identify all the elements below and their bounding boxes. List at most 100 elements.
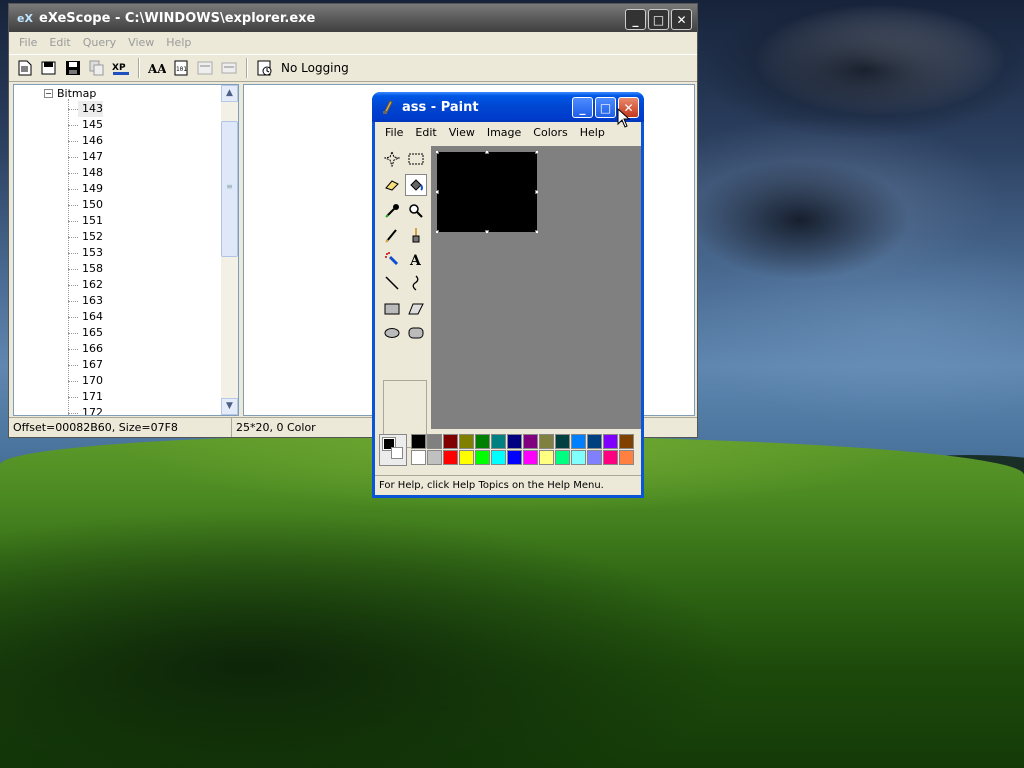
color-swatch[interactable]	[443, 450, 458, 465]
resource-tree[interactable]: − Bitmap 143 145 146 147 148 149 150 151 152 153 1…	[13, 84, 239, 416]
color-swatch[interactable]	[603, 450, 618, 465]
menu-edit[interactable]: Edit	[409, 126, 442, 139]
canvas-area[interactable]	[431, 146, 641, 429]
polygon-tool-icon[interactable]	[405, 298, 427, 320]
color-swatch[interactable]	[619, 434, 634, 449]
pencil-icon[interactable]	[381, 224, 403, 246]
tree-item[interactable]: 150	[68, 197, 103, 213]
color-swatch[interactable]	[587, 450, 602, 465]
scroll-thumb[interactable]: ≡	[221, 121, 238, 257]
hex-view-icon[interactable]: 101	[171, 58, 191, 78]
minimize-button[interactable]: _	[625, 9, 646, 30]
drawing-canvas[interactable]	[437, 152, 537, 232]
menu-file[interactable]: File	[13, 36, 43, 49]
tree-item[interactable]: 172	[68, 405, 103, 415]
tree-item[interactable]: 149	[68, 181, 103, 197]
paint-window[interactable]: ass - Paint _ □ ✕ File Edit View Image C…	[372, 92, 644, 498]
color-swatch[interactable]	[555, 450, 570, 465]
rounded-rect-tool-icon[interactable]	[405, 322, 427, 344]
tree-item[interactable]: 143	[68, 101, 103, 117]
tree-item[interactable]: 163	[68, 293, 103, 309]
color-swatch[interactable]	[571, 450, 586, 465]
tree-item[interactable]: 147	[68, 149, 103, 165]
resize-handle-corner[interactable]	[535, 230, 539, 234]
color-swatch[interactable]	[555, 434, 570, 449]
tree-item[interactable]: 162	[68, 277, 103, 293]
scroll-up-arrow-icon[interactable]: ▲	[221, 85, 238, 102]
current-colors[interactable]	[379, 434, 407, 466]
minimize-button[interactable]: _	[572, 97, 593, 118]
tree-item[interactable]: 145	[68, 117, 103, 133]
color-swatch[interactable]	[491, 450, 506, 465]
paint-titlebar[interactable]: ass - Paint _ □ ✕	[372, 92, 644, 122]
color-swatch[interactable]	[619, 450, 634, 465]
tree-scrollbar[interactable]: ▲ ≡ ▼	[221, 85, 238, 415]
tree-item[interactable]: 167	[68, 357, 103, 373]
color-swatch[interactable]	[507, 434, 522, 449]
tree-item[interactable]: 164	[68, 309, 103, 325]
resize-handle-right[interactable]	[535, 190, 539, 194]
airbrush-icon[interactable]	[381, 248, 403, 270]
scroll-down-arrow-icon[interactable]: ▼	[221, 398, 238, 415]
color-swatch[interactable]	[523, 450, 538, 465]
color-swatch[interactable]	[523, 434, 538, 449]
menu-image[interactable]: Image	[481, 126, 527, 139]
exescope-titlebar[interactable]: eX eXeScope - C:\WINDOWS\explorer.exe _ …	[9, 4, 697, 32]
color-swatch[interactable]	[507, 450, 522, 465]
font-aa-icon[interactable]: AA	[147, 58, 167, 78]
color-picker-icon[interactable]	[381, 200, 403, 222]
tree-node-bitmap[interactable]: − Bitmap	[44, 87, 96, 100]
rectangle-tool-icon[interactable]	[381, 298, 403, 320]
fill-bucket-icon[interactable]	[405, 174, 427, 196]
tree-item[interactable]: 158	[68, 261, 103, 277]
color-swatch[interactable]	[475, 450, 490, 465]
menu-edit[interactable]: Edit	[43, 36, 76, 49]
tree-item[interactable]: 165	[68, 325, 103, 341]
menu-query[interactable]: Query	[77, 36, 122, 49]
color-swatch[interactable]	[427, 434, 442, 449]
eraser-icon[interactable]	[381, 174, 403, 196]
color-swatch[interactable]	[539, 434, 554, 449]
ellipse-tool-icon[interactable]	[381, 322, 403, 344]
tree-item[interactable]: 171	[68, 389, 103, 405]
tree-item[interactable]: 153	[68, 245, 103, 261]
color-swatch[interactable]	[491, 434, 506, 449]
tree-item[interactable]: 166	[68, 341, 103, 357]
logging-label[interactable]: No Logging	[281, 61, 349, 75]
color-swatch[interactable]	[411, 434, 426, 449]
menu-file[interactable]: File	[379, 126, 409, 139]
color-swatch[interactable]	[539, 450, 554, 465]
text-tool-icon[interactable]: A	[405, 248, 427, 270]
resize-handle-bottom[interactable]	[485, 230, 489, 234]
collapse-icon[interactable]: −	[44, 89, 53, 98]
tree-item[interactable]: 148	[68, 165, 103, 181]
color-swatch[interactable]	[459, 434, 474, 449]
logging-icon[interactable]	[255, 58, 275, 78]
menu-help[interactable]: Help	[160, 36, 197, 49]
tree-item[interactable]: 146	[68, 133, 103, 149]
color-swatch[interactable]	[603, 434, 618, 449]
color-swatch[interactable]	[571, 434, 586, 449]
tree-item[interactable]: 152	[68, 229, 103, 245]
menu-view[interactable]: View	[122, 36, 160, 49]
color-swatch[interactable]	[475, 434, 490, 449]
xp-style-icon[interactable]: XP	[111, 58, 131, 78]
color-swatch[interactable]	[587, 434, 602, 449]
line-tool-icon[interactable]	[381, 272, 403, 294]
maximize-button[interactable]: □	[595, 97, 616, 118]
menu-view[interactable]: View	[443, 126, 481, 139]
tree-item[interactable]: 151	[68, 213, 103, 229]
color-swatch[interactable]	[443, 434, 458, 449]
save-icon[interactable]	[63, 58, 83, 78]
open-file-icon[interactable]	[39, 58, 59, 78]
tree-item[interactable]: 170	[68, 373, 103, 389]
color-swatch[interactable]	[411, 450, 426, 465]
magnifier-icon[interactable]	[405, 200, 427, 222]
new-file-icon[interactable]	[15, 58, 35, 78]
curve-tool-icon[interactable]	[405, 272, 427, 294]
maximize-button[interactable]: □	[648, 9, 669, 30]
rect-select-icon[interactable]	[405, 148, 427, 170]
free-form-select-icon[interactable]	[381, 148, 403, 170]
color-swatch[interactable]	[427, 450, 442, 465]
menu-help[interactable]: Help	[574, 126, 611, 139]
